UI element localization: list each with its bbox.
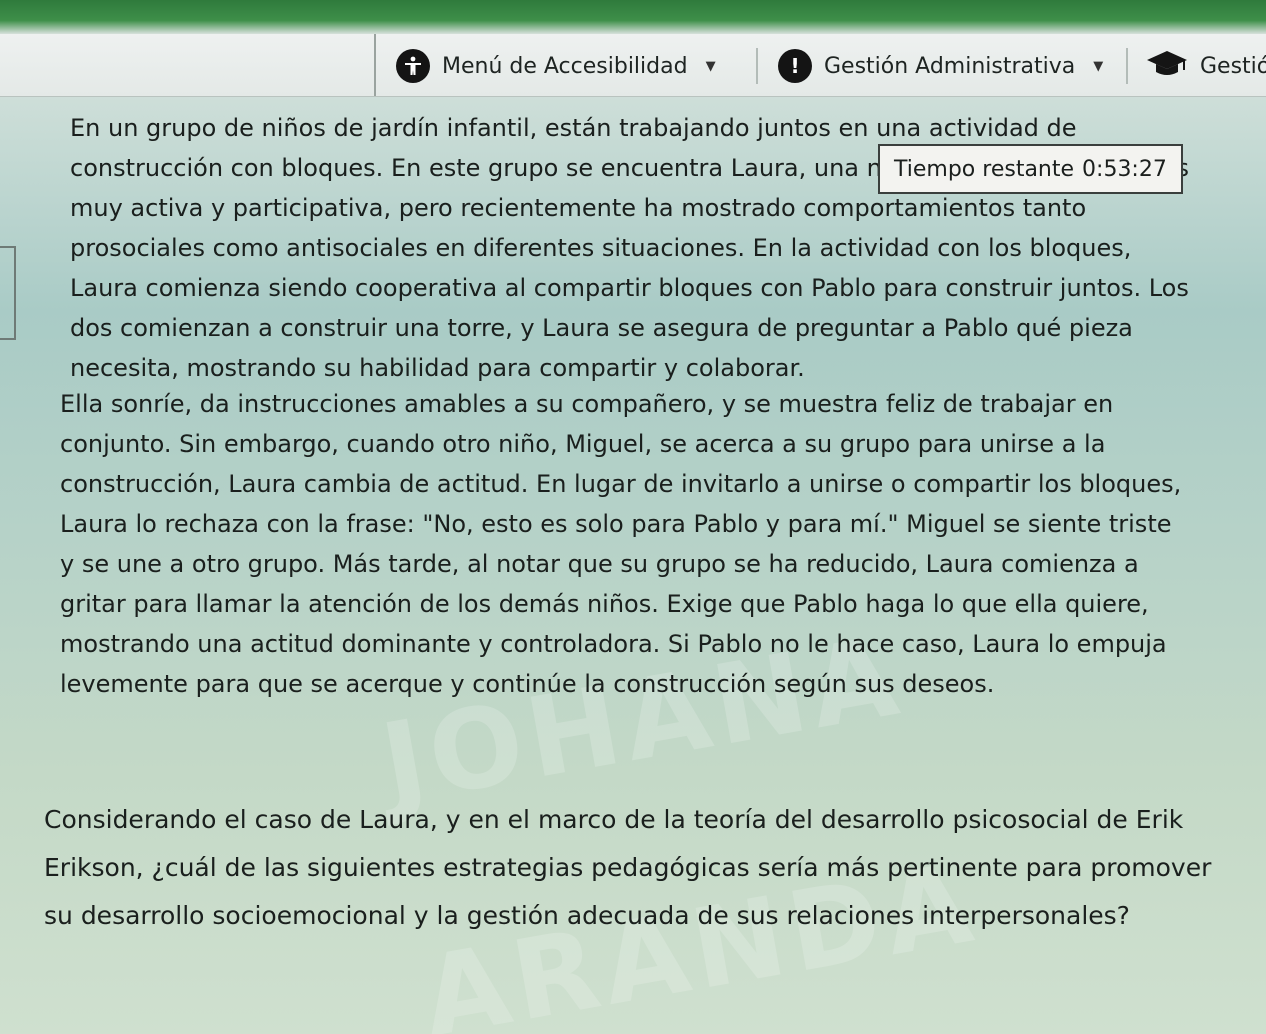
top-navbar: Menú de Accesibilidad ▼ ! Gestión Admini…: [0, 34, 1266, 97]
accessibility-menu-label: Menú de Accesibilidad: [442, 53, 688, 79]
case-paragraph-2: Ella sonríe, da instrucciones amables a …: [60, 390, 1182, 698]
top-green-stripe: [0, 0, 1266, 34]
academic-menu-label: Gestió: [1200, 53, 1266, 79]
academic-menu[interactable]: Gestió: [1146, 46, 1266, 86]
question-content: JOHANA ARANDA En un grupo de niños de ja…: [0, 96, 1266, 1034]
time-remaining-box: Tiempo restante 0:53:27: [878, 144, 1183, 194]
chevron-down-icon: ▼: [1093, 58, 1104, 74]
nav-separator: [1126, 48, 1128, 84]
accessibility-menu[interactable]: Menú de Accesibilidad ▼: [396, 46, 716, 86]
navbar-divider: [374, 34, 376, 96]
accessibility-icon: [396, 49, 430, 83]
admin-menu-label: Gestión Administrativa: [824, 53, 1076, 79]
nav-separator: [756, 48, 758, 84]
timer-label: Tiempo restante: [894, 156, 1075, 182]
chevron-down-icon: ▼: [705, 58, 716, 74]
timer-value: 0:53:27: [1082, 156, 1167, 182]
graduation-cap-icon: [1146, 48, 1188, 84]
admin-menu[interactable]: ! Gestión Administrativa ▼: [778, 46, 1103, 86]
side-bracket: [0, 246, 16, 340]
alert-icon: !: [778, 49, 812, 83]
question-prompt: Considerando el caso de Laura, y en el m…: [44, 805, 1212, 930]
